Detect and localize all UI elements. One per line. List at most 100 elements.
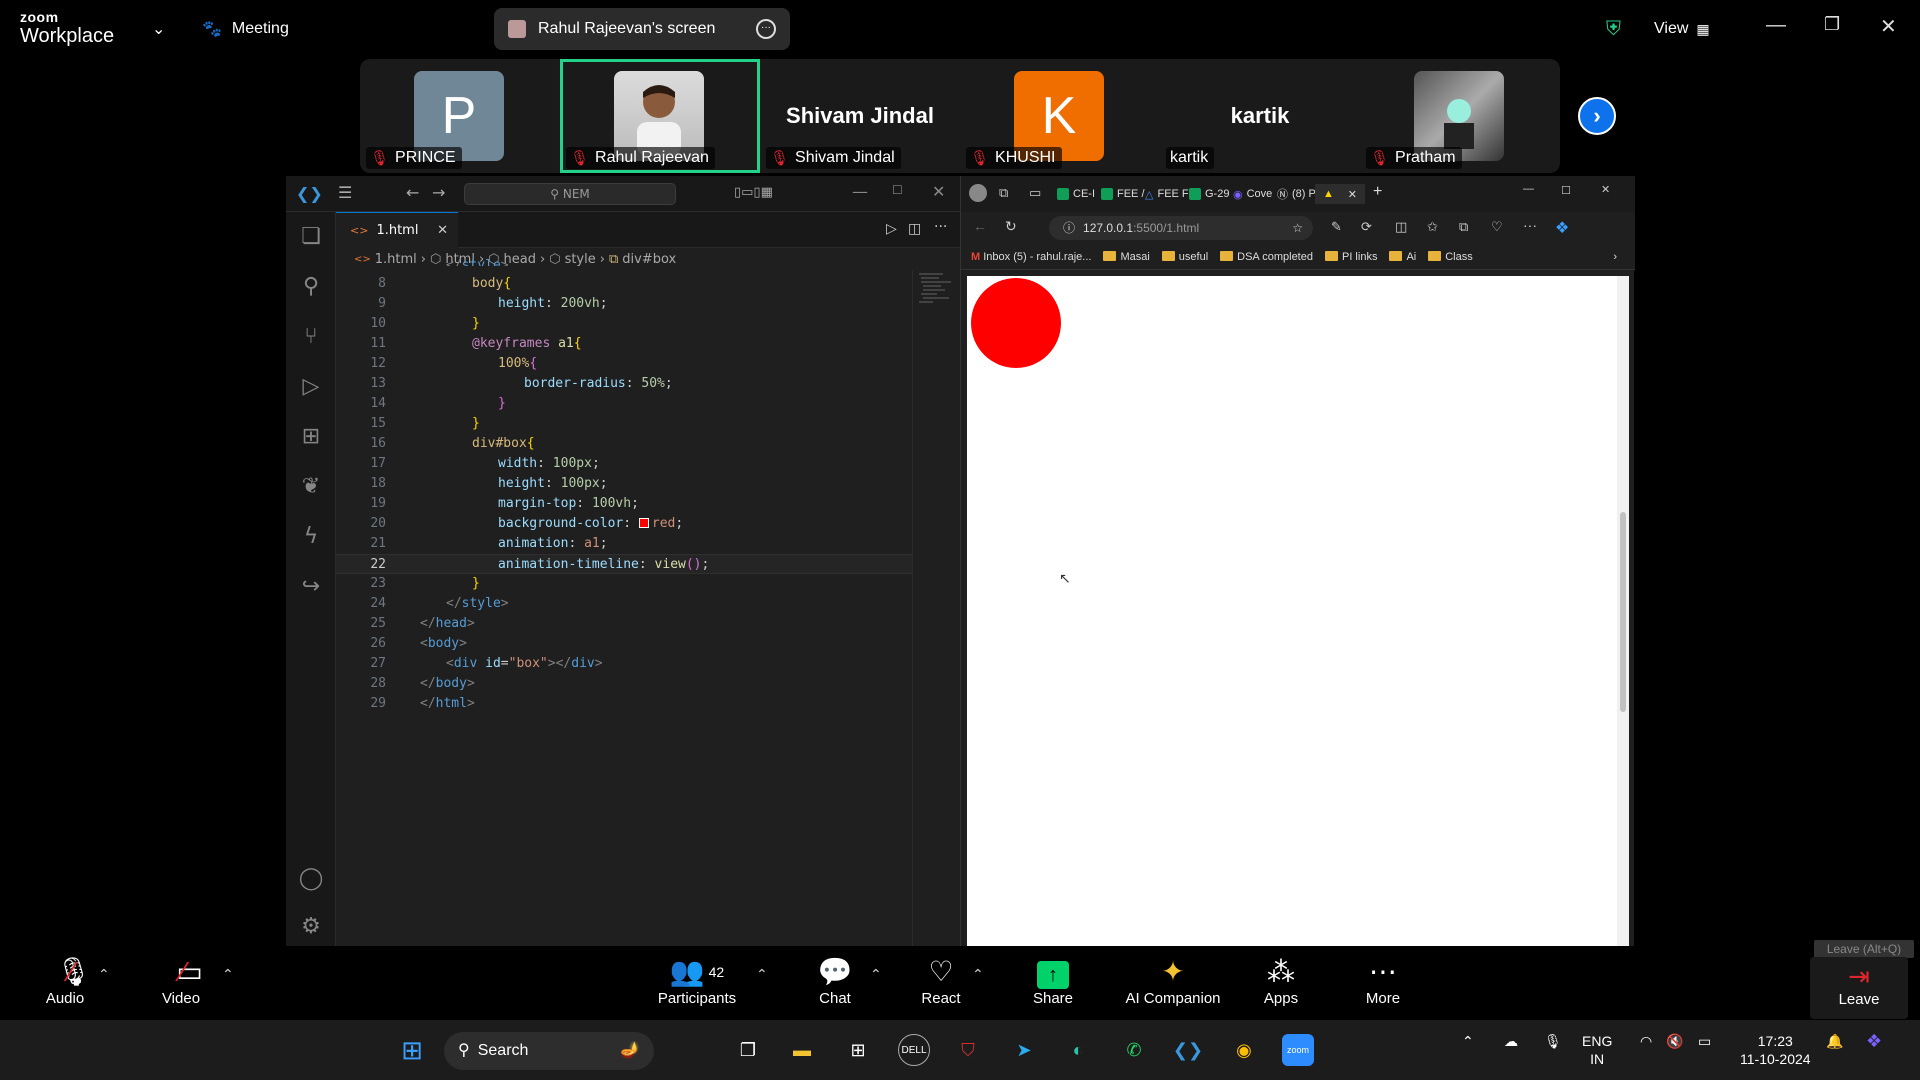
browser-tab[interactable]: ◉ Cove — [1233, 184, 1272, 204]
browser-tab[interactable]: △ FEE F — [1145, 184, 1189, 204]
close-icon[interactable]: ✕ — [1601, 183, 1610, 196]
tab-1-html[interactable]: <> 1.html ✕ — [336, 212, 458, 248]
source-control-icon[interactable]: ⑂ — [298, 324, 324, 350]
tab-actions-icon[interactable]: ▭ — [1029, 185, 1041, 201]
video-options-caret[interactable]: ⌃ — [222, 966, 234, 983]
audio-options-caret[interactable]: ⌃ — [98, 966, 110, 983]
file-explorer-icon[interactable]: ▬ — [786, 1034, 818, 1066]
wifi-icon[interactable]: ◠ — [1640, 1032, 1652, 1050]
collections-icon[interactable]: ⧉ — [1459, 219, 1468, 235]
command-center-search[interactable]: ⚲ NEM — [464, 183, 676, 205]
meeting-menu[interactable]: 🐾 Meeting — [202, 0, 289, 58]
leaf-icon[interactable]: ❦ — [298, 474, 324, 500]
leave-button[interactable]: ⇥ Leave — [1810, 957, 1908, 1019]
browser-tab-active[interactable]: ▲ ✕ — [1315, 184, 1365, 204]
chevron-down-icon[interactable]: ⌄ — [152, 0, 165, 58]
copilot-icon[interactable]: ❖ — [1555, 218, 1569, 238]
chrome-icon[interactable]: ◉ — [1228, 1034, 1260, 1066]
back-arrow-icon[interactable]: ← — [973, 218, 987, 234]
browser-tab[interactable]: Ⓝ (8) P — [1277, 184, 1316, 204]
chevron-right-icon[interactable]: › — [1613, 251, 1617, 263]
audio-button[interactable]: 🎙⁄ Audio — [10, 954, 120, 1016]
explorer-icon[interactable]: ❏ — [298, 224, 324, 250]
participants-button[interactable]: 👥 42 Participants — [642, 954, 752, 1016]
onedrive-icon[interactable]: ☁ — [1504, 1032, 1518, 1050]
minimap[interactable] — [912, 270, 960, 946]
search-icon[interactable]: ⚲ — [298, 274, 324, 300]
page-scrollbar[interactable] — [1617, 276, 1629, 946]
star-icon[interactable]: ☆ — [1292, 216, 1303, 240]
split-screen-icon[interactable]: ◫ — [1395, 219, 1407, 235]
copilot-taskbar-icon[interactable]: ❖ — [1866, 1032, 1882, 1050]
share-button[interactable]: ↑ Share — [998, 954, 1108, 1016]
page-viewport[interactable]: ↖ — [967, 276, 1617, 946]
dell-icon[interactable]: DELL — [898, 1034, 930, 1066]
taskbar-search[interactable]: ⚲ Search 🪔 — [444, 1032, 654, 1070]
view-menu[interactable]: View ▦ — [1654, 0, 1710, 58]
close-tab-icon[interactable]: ✕ — [1348, 188, 1357, 201]
scrollbar-thumb[interactable] — [1620, 512, 1626, 712]
favorites-icon[interactable]: ✩ — [1427, 219, 1438, 235]
bookmark-folder[interactable]: useful — [1161, 250, 1208, 263]
chat-button[interactable]: 💬 Chat — [780, 954, 890, 1016]
maximize-icon[interactable]: ☐ — [892, 183, 903, 197]
ai-companion-button[interactable]: ✦ AI Companion — [1118, 954, 1228, 1016]
menu-icon[interactable]: ☰ — [338, 183, 352, 202]
code-editor[interactable]: </style> 8 body{ 9 height: 200vh; 10} 11 @k… — [336, 258, 912, 946]
chat-options-caret[interactable]: ⌃ — [870, 966, 882, 983]
gear-icon[interactable]: ⚙ — [298, 914, 324, 940]
minimize-icon[interactable]: — — [1523, 183, 1534, 195]
participant-tile-pratham[interactable]: 🎙 Pratham — [1360, 59, 1560, 173]
bookmark-folder[interactable]: DSA completed — [1220, 250, 1313, 263]
edge-icon[interactable]: ◐ — [1062, 1034, 1094, 1066]
react-button[interactable]: ♡ React — [886, 954, 996, 1016]
participant-tile-prince[interactable]: P 🎙 PRINCE — [360, 59, 560, 173]
close-icon[interactable]: ✕ — [1880, 14, 1897, 39]
settings-more-icon[interactable]: ··· — [1523, 217, 1537, 233]
microsoft-store-icon[interactable]: ⊞ — [842, 1034, 874, 1066]
lightning-icon[interactable]: ϟ — [298, 524, 324, 550]
performance-icon[interactable]: ♡ — [1491, 219, 1503, 235]
telegram-icon[interactable]: ➤ — [1008, 1034, 1040, 1066]
task-view-icon[interactable]: ❐ — [732, 1034, 764, 1066]
refresh-icon[interactable]: ↻ — [1005, 218, 1017, 235]
run-debug-icon[interactable]: ▷ — [298, 374, 324, 400]
clock[interactable]: 17:23 11-10-2024 — [1740, 1032, 1811, 1068]
workspaces-icon[interactable]: ⧉ — [999, 185, 1008, 201]
layout-panel-icon[interactable]: ▯▭▯▦ — [734, 185, 773, 200]
notification-bell-icon[interactable]: 🔔 — [1826, 1032, 1843, 1050]
browser-tab[interactable]: CE-I — [1057, 184, 1095, 204]
more-actions-icon[interactable]: ··· — [934, 219, 947, 235]
participant-tile-kartik[interactable]: kartik kartik — [1160, 59, 1360, 173]
participant-tile-rahul[interactable]: 🎙 Rahul Rajeevan — [560, 59, 760, 173]
chevron-up-icon[interactable]: ⌃ — [1462, 1032, 1474, 1050]
forward-arrow-icon[interactable]: → — [432, 183, 445, 202]
extension-pen-icon[interactable]: ✎ — [1331, 219, 1342, 235]
url-bar[interactable]: ⓘ 127.0.0.1:5500/1.html ☆ — [1049, 216, 1313, 240]
split-editor-icon[interactable]: ◫ — [908, 221, 921, 237]
next-page-button[interactable]: › — [1578, 97, 1616, 135]
participant-tile-khushi[interactable]: K 🎙 KHUSHI — [960, 59, 1160, 173]
bookmark-folder[interactable]: Masai — [1103, 250, 1150, 263]
bookmark-folder[interactable]: Ai — [1389, 250, 1416, 263]
bookmark-gmail[interactable]: M Inbox (5) - rahul.raje... — [971, 251, 1091, 263]
participants-options-caret[interactable]: ⌃ — [756, 966, 768, 983]
share-arrow-icon[interactable]: ↪ — [298, 574, 324, 600]
restore-icon[interactable]: ❐ — [1824, 14, 1840, 35]
maximize-icon[interactable]: ☐ — [1561, 184, 1571, 197]
extensions-icon[interactable]: ⊞ — [298, 424, 324, 450]
video-button[interactable]: ▭⁄ Video — [126, 954, 236, 1016]
more-options-icon[interactable]: ··· — [756, 19, 776, 39]
account-icon[interactable]: ◯ — [298, 866, 324, 892]
minimize-icon[interactable]: — — [1766, 14, 1786, 37]
minimize-icon[interactable]: — — [852, 182, 868, 201]
shield-check-icon[interactable]: ⛨ — [1606, 0, 1621, 58]
run-icon[interactable]: ▷ — [886, 221, 897, 237]
zoom-taskbar-icon[interactable]: zoom — [1282, 1034, 1314, 1066]
apps-button[interactable]: ⁂ Apps — [1226, 954, 1336, 1016]
react-options-caret[interactable]: ⌃ — [972, 966, 984, 983]
color-swatch[interactable] — [638, 518, 649, 528]
speaker-muted-icon[interactable]: 🔇 — [1666, 1032, 1683, 1050]
back-arrow-icon[interactable]: ← — [406, 183, 419, 202]
profile-avatar[interactable] — [969, 184, 987, 202]
